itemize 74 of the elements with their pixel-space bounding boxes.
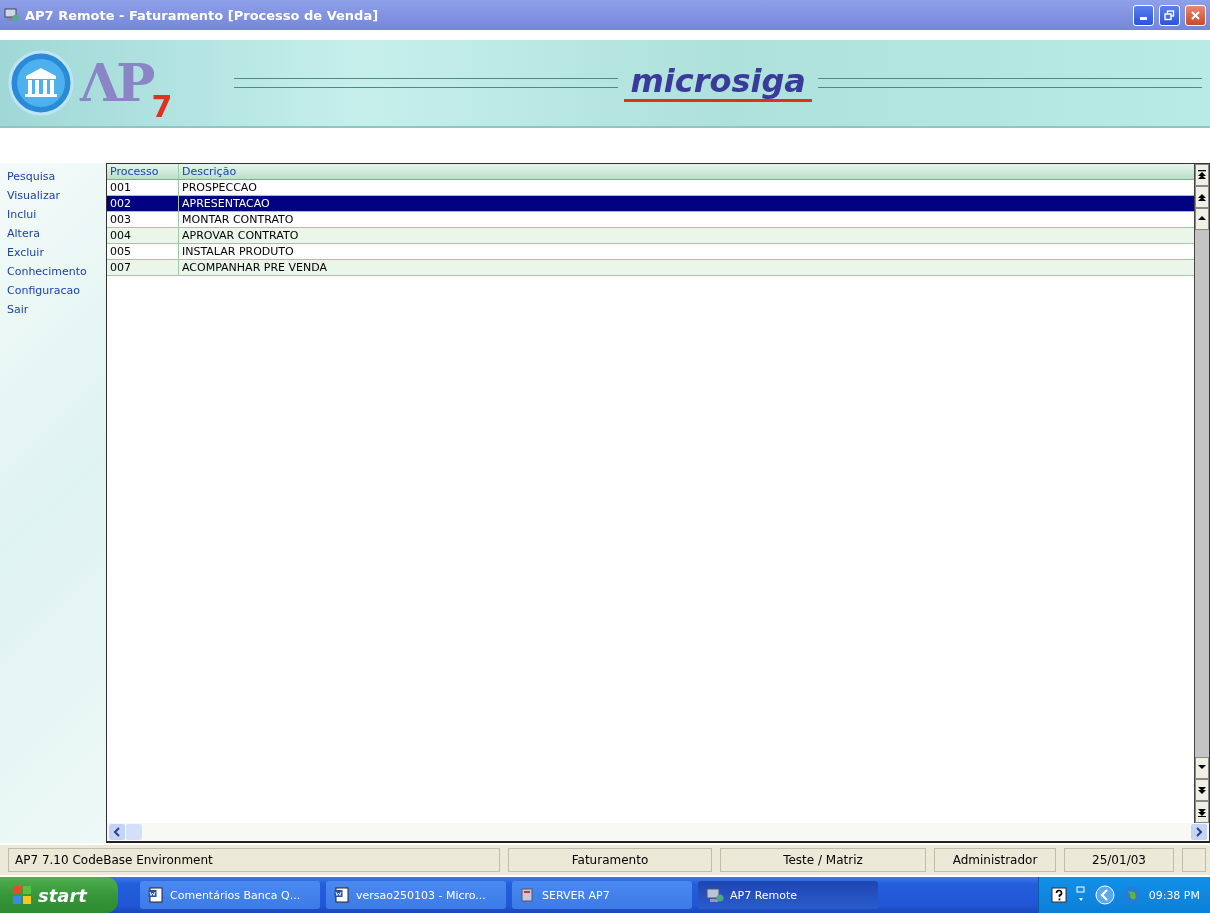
table-cell-text: INSTALAR PRODUTO bbox=[181, 244, 295, 259]
table-cell: 001 bbox=[107, 180, 179, 195]
column-header[interactable]: Descrição bbox=[179, 164, 1194, 179]
table-cell-text: APRESENTACAO bbox=[181, 196, 271, 211]
table-cell: 005 bbox=[107, 244, 179, 259]
scroll-thumb[interactable] bbox=[126, 824, 142, 840]
start-button[interactable]: start bbox=[0, 877, 118, 913]
table-row[interactable]: 005 INSTALAR PRODUTO bbox=[107, 244, 1194, 260]
scroll-up-button[interactable] bbox=[1195, 208, 1209, 230]
scroll-down-button[interactable] bbox=[1195, 757, 1209, 779]
menu-link[interactable]: Visualizar bbox=[7, 188, 106, 204]
triangle-up-icon bbox=[1197, 192, 1207, 202]
scroll-bottom-button[interactable] bbox=[1195, 801, 1209, 823]
table-cell-text: APROVAR CONTRATO bbox=[181, 228, 300, 243]
table-row[interactable]: 002 APRESENTACAO bbox=[107, 196, 1194, 212]
minimize-button[interactable] bbox=[1133, 4, 1154, 26]
table-cell: 004 bbox=[107, 228, 179, 243]
document-icon bbox=[334, 887, 350, 903]
logo-subscript: 7 bbox=[151, 89, 173, 124]
document-icon bbox=[148, 887, 164, 903]
chevron-left-icon bbox=[113, 827, 121, 837]
restore-button[interactable] bbox=[1159, 4, 1180, 26]
taskbar-button[interactable]: Comentários Banca Q... bbox=[140, 881, 320, 909]
table-row[interactable]: 004 APROVAR CONTRATO bbox=[107, 228, 1194, 244]
triangle-up-icon bbox=[1197, 170, 1207, 180]
brand-logo: microsiga bbox=[624, 63, 812, 103]
menu-link[interactable]: Configuracao bbox=[7, 283, 106, 299]
status-field: 25/01/03 bbox=[1064, 848, 1174, 872]
table-row[interactable]: 007 ACOMPANHAR PRE VENDA bbox=[107, 260, 1194, 276]
restore-icon bbox=[1164, 9, 1175, 21]
scroll-left-button[interactable] bbox=[109, 824, 125, 840]
table-row[interactable]: 001 PROSPECCAO bbox=[107, 180, 1194, 196]
status-field: Administrador bbox=[934, 848, 1056, 872]
clock: 09:38 PM bbox=[1148, 888, 1200, 902]
table-cell-text: ACOMPANHAR PRE VENDA bbox=[181, 260, 328, 275]
building-logo-icon bbox=[8, 50, 74, 116]
logo-text: ΛP bbox=[80, 57, 152, 109]
menu-link[interactable]: Altera bbox=[7, 226, 106, 242]
status-field: Teste / Matriz bbox=[720, 848, 926, 872]
triangle-down-icon bbox=[1197, 807, 1207, 817]
scroll-right-button[interactable] bbox=[1191, 824, 1207, 840]
menu-link[interactable]: Inclui bbox=[7, 207, 106, 223]
status-field: AP7 7.10 CodeBase Environment bbox=[8, 848, 500, 872]
taskbar-button[interactable]: AP7 Remote bbox=[698, 881, 878, 909]
page-up-button[interactable] bbox=[1195, 186, 1209, 208]
menu-link[interactable]: Sair bbox=[7, 302, 106, 318]
flag-icon bbox=[12, 885, 32, 905]
taskbar-button[interactable]: versao250103 - Micro... bbox=[326, 881, 506, 909]
table-cell-text: PROSPECCAO bbox=[181, 180, 258, 195]
status-field: Faturamento bbox=[508, 848, 712, 872]
window-title: AP7 Remote - Faturamento [Processo de Venda] bbox=[25, 7, 379, 23]
help-icon[interactable] bbox=[1050, 887, 1067, 903]
scroll-top-button[interactable] bbox=[1195, 164, 1209, 186]
close-button[interactable] bbox=[1185, 4, 1206, 26]
chevron-left-icon[interactable] bbox=[1094, 885, 1115, 905]
table-row[interactable]: 003 MONTAR CONTRATO bbox=[107, 212, 1194, 228]
triangle-down-icon bbox=[1197, 785, 1207, 795]
page-down-button[interactable] bbox=[1195, 779, 1209, 801]
table-cell-text: MONTAR CONTRATO bbox=[181, 212, 295, 227]
computer-icon bbox=[4, 7, 20, 23]
menu-link[interactable]: Pesquisa bbox=[7, 169, 106, 185]
server-icon bbox=[520, 887, 536, 903]
taskbar-button[interactable]: SERVER AP7 bbox=[512, 881, 692, 909]
table-cell: 003 bbox=[107, 212, 179, 227]
menu-link[interactable]: Conhecimento bbox=[7, 264, 106, 280]
status-field bbox=[1182, 848, 1206, 872]
chevron-right-icon bbox=[1195, 827, 1203, 837]
close-icon bbox=[1190, 9, 1201, 21]
table-cell: 002 bbox=[107, 196, 179, 211]
minimize-icon bbox=[1140, 16, 1147, 20]
computer-icon bbox=[706, 887, 724, 903]
column-header[interactable]: Processo bbox=[107, 164, 179, 179]
table-cell: 007 bbox=[107, 260, 179, 275]
menu-link[interactable]: Excluir bbox=[7, 245, 106, 261]
